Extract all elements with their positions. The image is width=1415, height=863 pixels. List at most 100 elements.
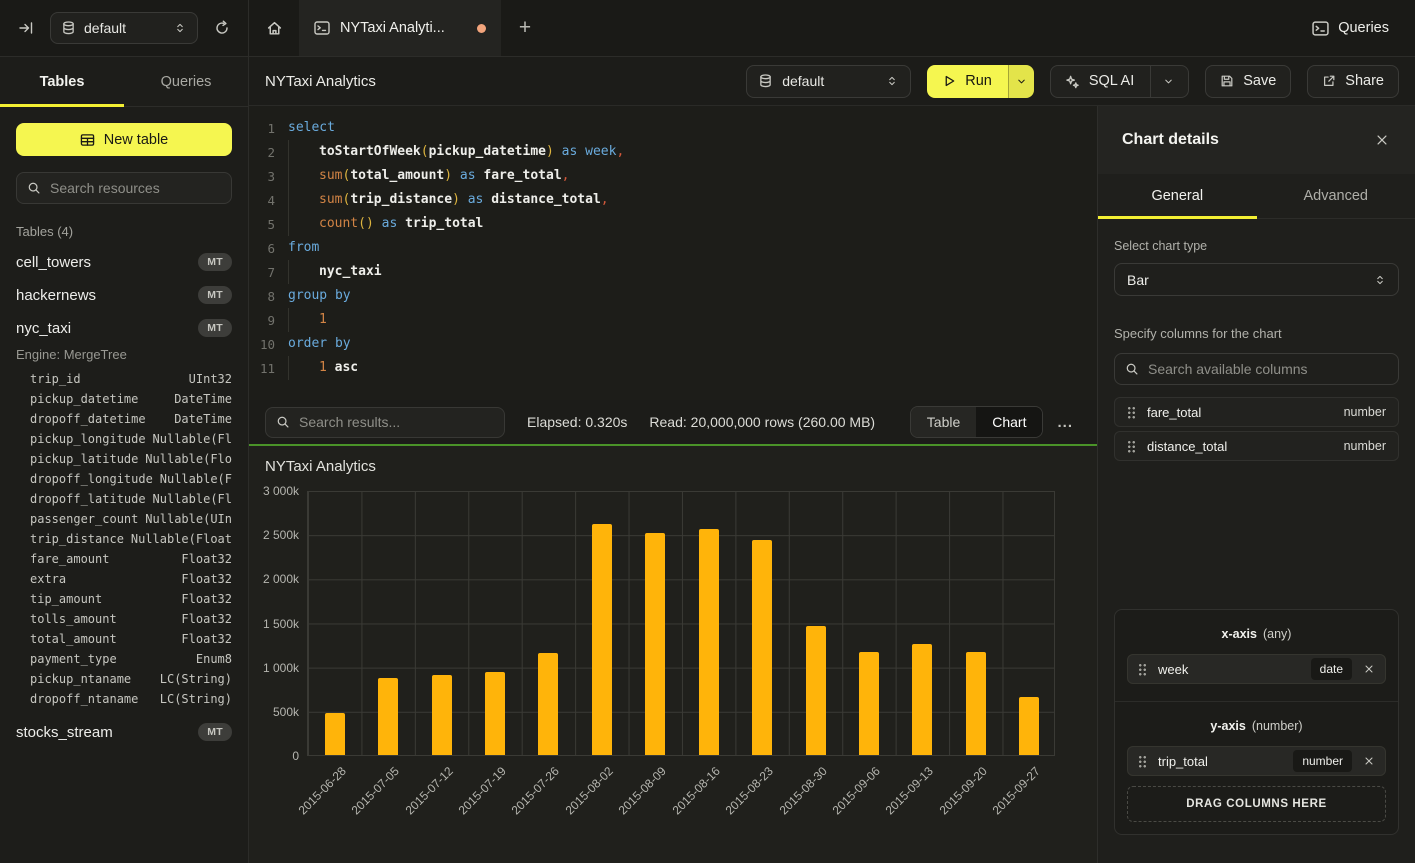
chart-bar[interactable] — [1019, 697, 1039, 755]
code-line[interactable]: 10order by — [249, 332, 1097, 356]
column-row[interactable]: trip_distanceNullable(Float — [16, 529, 232, 549]
code-line[interactable]: 2toStartOfWeek(pickup_datetime) as week, — [249, 140, 1097, 164]
columns-search[interactable] — [1114, 353, 1399, 385]
column-row[interactable]: pickup_datetimeDateTime — [16, 389, 232, 409]
y-tick-label: 3 000k — [253, 484, 299, 498]
view-toggle-table[interactable]: Table — [911, 407, 976, 437]
columns-search-input[interactable] — [1148, 361, 1388, 377]
sidebar-tab-queries[interactable]: Queries — [124, 57, 248, 106]
table-row[interactable]: nyc_taxiMT — [16, 318, 232, 338]
column-row[interactable]: fare_amountFloat32 — [16, 549, 232, 569]
column-row[interactable]: payment_typeEnum8 — [16, 649, 232, 669]
chart-bar[interactable] — [432, 675, 452, 755]
code-line[interactable]: 4sum(trip_distance) as distance_total, — [249, 188, 1097, 212]
drag-columns-dropzone[interactable]: DRAG COLUMNS HERE — [1127, 786, 1386, 822]
sql-ai-button[interactable]: SQL AI — [1050, 65, 1189, 98]
code-line[interactable]: 1select — [249, 116, 1097, 140]
chart-type-select[interactable]: Bar — [1114, 263, 1399, 296]
column-row[interactable]: dropoff_latitudeNullable(Fl — [16, 489, 232, 509]
drag-handle-icon[interactable] — [1138, 663, 1147, 676]
chart-bar[interactable] — [645, 533, 665, 755]
run-options-caret[interactable] — [1008, 65, 1034, 98]
save-button[interactable]: Save — [1205, 65, 1291, 98]
column-row[interactable]: dropoff_ntanameLC(String) — [16, 689, 232, 709]
column-row[interactable]: pickup_longitudeNullable(Fl — [16, 429, 232, 449]
x-axis-column-name: week — [1158, 662, 1188, 677]
column-chip[interactable]: distance_totalnumber — [1114, 431, 1399, 461]
rows-read: Read: 20,000,000 rows (260.00 MB) — [649, 414, 875, 430]
chart-bar[interactable] — [966, 652, 986, 755]
column-row[interactable]: dropoff_datetimeDateTime — [16, 409, 232, 429]
resource-search-input[interactable] — [50, 180, 231, 196]
chart-bar[interactable] — [912, 644, 932, 755]
code-line[interactable]: 7nyc_taxi — [249, 260, 1097, 284]
chart-bar[interactable] — [752, 540, 772, 755]
column-row[interactable]: tolls_amountFloat32 — [16, 609, 232, 629]
share-button[interactable]: Share — [1307, 65, 1399, 98]
refresh-icon — [214, 20, 230, 36]
refresh-button[interactable] — [212, 18, 232, 38]
chevron-updown-icon — [1374, 273, 1386, 287]
column-type: Enum8 — [196, 652, 232, 666]
column-chip[interactable]: fare_totalnumber — [1114, 397, 1399, 427]
table-row[interactable]: stocks_streamMT — [16, 722, 232, 742]
collapse-sidebar-button[interactable] — [16, 18, 36, 38]
new-tab-button[interactable]: + — [501, 0, 549, 56]
home-button[interactable] — [249, 0, 299, 56]
code-line[interactable]: 3sum(total_amount) as fare_total, — [249, 164, 1097, 188]
chart-bar[interactable] — [485, 672, 505, 755]
drag-handle-icon[interactable] — [1127, 440, 1136, 453]
column-row[interactable]: tip_amountFloat32 — [16, 589, 232, 609]
column-row[interactable]: pickup_ntanameLC(String) — [16, 669, 232, 689]
chart-bar[interactable] — [699, 529, 719, 755]
sidebar-tab-tables[interactable]: Tables — [0, 57, 124, 106]
chart-bar[interactable] — [378, 678, 398, 755]
tab-advanced[interactable]: Advanced — [1257, 174, 1415, 218]
column-row[interactable]: total_amountFloat32 — [16, 629, 232, 649]
remove-column-icon[interactable] — [1363, 663, 1375, 675]
tables-list: cell_towersMThackernewsMTnyc_taxiMTEngin… — [16, 252, 232, 742]
sql-editor[interactable]: 1select2toStartOfWeek(pickup_datetime) a… — [249, 106, 1097, 400]
more-options-icon[interactable]: ... — [1057, 414, 1073, 431]
y-axis-column-chip[interactable]: trip_total number — [1127, 746, 1386, 776]
code-line[interactable]: 8group by — [249, 284, 1097, 308]
view-toggle-chart[interactable]: Chart — [976, 407, 1042, 437]
sidebar-topbar: default — [0, 0, 248, 57]
results-search-input[interactable] — [299, 414, 494, 430]
run-button[interactable]: Run — [927, 65, 1034, 98]
run-database-selector[interactable]: default — [746, 65, 911, 98]
app-window: default Tables Queries New table Tables … — [0, 0, 1415, 863]
chart-bar[interactable] — [806, 626, 826, 755]
column-row[interactable]: dropoff_longitudeNullable(F — [16, 469, 232, 489]
x-axis-column-chip[interactable]: week date — [1127, 654, 1386, 684]
code-line[interactable]: 91 — [249, 308, 1097, 332]
code-line[interactable]: 5count() as trip_total — [249, 212, 1097, 236]
close-panel-button[interactable] — [1373, 131, 1391, 149]
results-search[interactable] — [265, 407, 505, 438]
chart-bar[interactable] — [538, 653, 558, 755]
new-table-button[interactable]: New table — [16, 123, 232, 156]
column-row[interactable]: passenger_countNullable(UIn — [16, 509, 232, 529]
column-row[interactable]: extraFloat32 — [16, 569, 232, 589]
chart-bar[interactable] — [859, 652, 879, 755]
remove-column-icon[interactable] — [1363, 755, 1375, 767]
table-row[interactable]: hackernewsMT — [16, 285, 232, 305]
column-type: Float32 — [181, 592, 232, 606]
column-chip-name: distance_total — [1147, 439, 1227, 454]
table-row[interactable]: cell_towersMT — [16, 252, 232, 272]
tab-general[interactable]: General — [1098, 174, 1257, 218]
code-text: count() as trip_total — [288, 212, 483, 236]
queries-button[interactable]: Queries — [1286, 0, 1415, 56]
chart-bar[interactable] — [592, 524, 612, 755]
database-selector[interactable]: default — [50, 12, 198, 44]
code-text: sum(total_amount) as fare_total, — [288, 164, 569, 188]
chart-bar[interactable] — [325, 713, 345, 755]
code-line[interactable]: 6from — [249, 236, 1097, 260]
column-row[interactable]: pickup_latitudeNullable(Flo — [16, 449, 232, 469]
resource-search[interactable] — [16, 172, 232, 204]
drag-handle-icon[interactable] — [1138, 755, 1147, 768]
column-row[interactable]: trip_idUInt32 — [16, 369, 232, 389]
tab-nytaxi-analytics[interactable]: NYTaxi Analyti... — [299, 0, 501, 56]
code-line[interactable]: 111 asc — [249, 356, 1097, 380]
drag-handle-icon[interactable] — [1127, 406, 1136, 419]
